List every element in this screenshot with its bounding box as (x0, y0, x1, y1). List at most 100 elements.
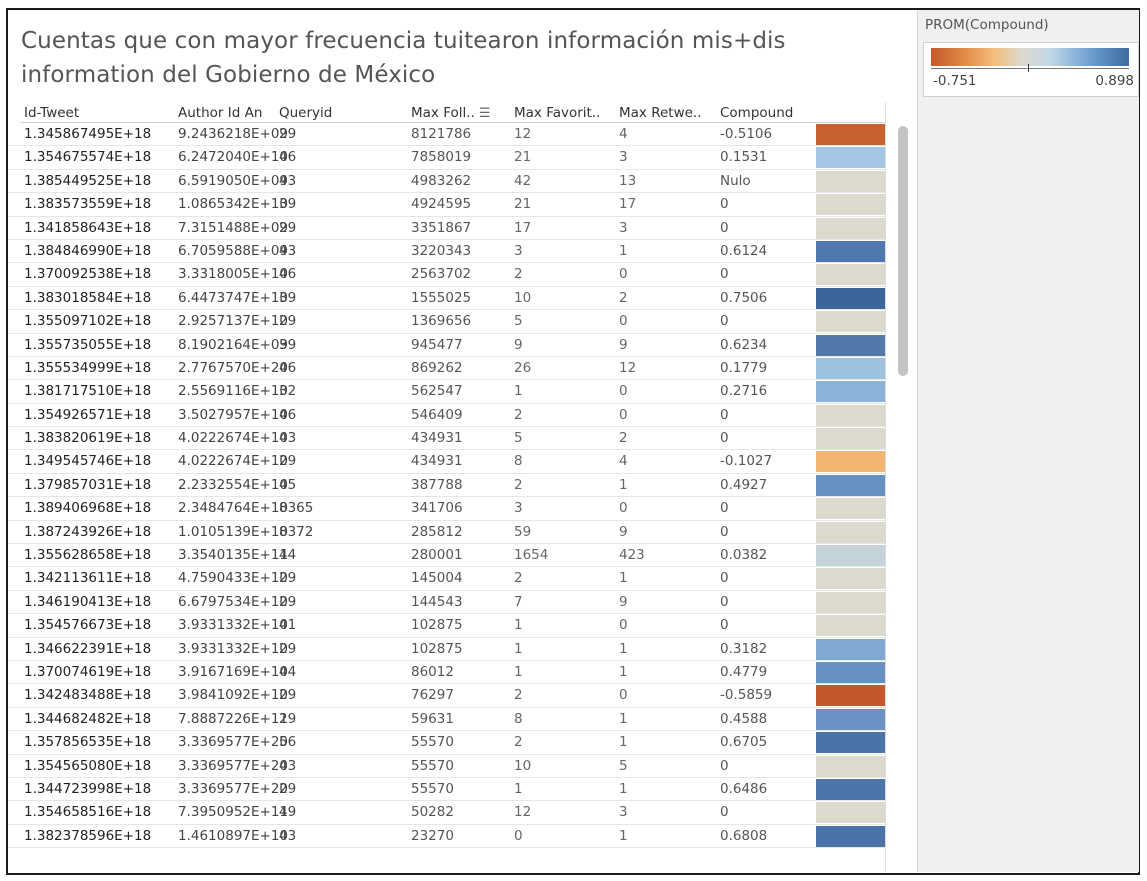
table-body: 1.345867495E+18 9.2436218E+09 29 8121786 12 4… (8, 123, 885, 849)
compound-color-swatch[interactable] (816, 708, 885, 730)
compound-color-swatch[interactable] (816, 451, 885, 473)
compound-color-swatch[interactable] (816, 311, 885, 333)
compound-color-swatch[interactable] (816, 240, 885, 262)
table-row[interactable]: 1.355735055E+18 8.1902164E+09 39 945477 9 9 0.… (8, 334, 885, 357)
compound-color-swatch[interactable] (816, 521, 885, 543)
cell-id-tweet: 1.379857031E+18 (24, 476, 152, 493)
table-row[interactable]: 1.342483488E+18 3.9841092E+10 29 76297 2 0 -0.… (8, 684, 885, 708)
table-row[interactable]: 1.357856535E+18 3.3369577E+20 56 55570 2 1 0.6… (8, 731, 885, 755)
cell-id-tweet: 1.346622391E+18 (24, 640, 152, 657)
column-header-queryid[interactable]: Queryid (279, 102, 332, 124)
cell-author-id: 2.9257137E+10 (178, 313, 289, 330)
cell-max-favorites: 8 (514, 710, 523, 727)
compound-color-swatch[interactable] (816, 404, 885, 426)
table-row[interactable]: 1.344682482E+18 7.8887226E+11 29 59631 8 1 0.4… (8, 708, 885, 732)
cell-max-followers: 4983262 (411, 172, 472, 189)
compound-color-swatch[interactable] (816, 474, 885, 496)
compound-color-swatch[interactable] (816, 568, 885, 590)
compound-color-swatch[interactable] (816, 638, 885, 660)
compound-color-swatch[interactable] (816, 498, 885, 520)
compound-color-swatch[interactable] (816, 357, 885, 379)
cell-id-tweet: 1.354675574E+18 (24, 149, 152, 166)
table-row[interactable]: 1.383573559E+18 1.0865342E+10 39 4924595 21 1… (8, 193, 885, 217)
compound-color-swatch[interactable] (816, 170, 885, 192)
table-row[interactable]: 1.354576673E+18 3.9331332E+10 41 102875 1 0 0 (8, 614, 885, 638)
table-row[interactable]: 1.341858643E+18 7.3151488E+09 29 3351867 17 3… (8, 217, 885, 240)
column-header-author-id[interactable]: Author Id An (178, 102, 262, 124)
cell-id-tweet: 1.342483488E+18 (24, 687, 152, 704)
compound-color-swatch[interactable] (816, 381, 885, 403)
compound-color-swatch[interactable] (816, 755, 885, 777)
compound-color-swatch[interactable] (816, 334, 885, 356)
table-row[interactable]: 1.381717510E+18 2.5569116E+10 32 562547 1 0 0.… (8, 380, 885, 404)
table-row[interactable]: 1.354658516E+18 7.3950952E+11 49 50282 12 3 0 (8, 801, 885, 825)
table-row[interactable]: 1.382378596E+18 1.4610897E+10 43 23270 0 1 0.6… (8, 825, 885, 849)
cell-compound: 0.6808 (720, 827, 768, 844)
table-row[interactable]: 1.346622391E+18 3.9331332E+10 29 102875 1 1 0.… (8, 638, 885, 661)
compound-color-swatch[interactable] (816, 615, 885, 637)
table-row[interactable]: 1.384846990E+18 6.7059588E+09 43 3220343 3 1 0… (8, 240, 885, 264)
cell-compound: 0 (720, 593, 729, 610)
compound-color-swatch[interactable] (816, 124, 885, 145)
table-row[interactable]: 1.355097102E+18 2.9257137E+10 29 1369656 5 0 0 (8, 310, 885, 334)
table-row[interactable]: 1.354565080E+18 3.3369577E+20 43 55570 10 5 0 (8, 755, 885, 778)
table-row[interactable]: 1.370074619E+18 3.9167169E+10 44 86012 1 1 0.4… (8, 661, 885, 685)
compound-color-swatch[interactable] (816, 802, 885, 824)
cell-max-followers: 50282 (411, 804, 454, 821)
cell-max-retweets: 1 (619, 710, 628, 727)
cell-queryid: 43 (279, 430, 297, 447)
compound-color-swatch[interactable] (816, 661, 885, 683)
compound-color-swatch[interactable] (816, 287, 885, 309)
table-row[interactable]: 1.370092538E+18 3.3318005E+10 46 2563702 2 0 0 (8, 263, 885, 287)
compound-color-swatch[interactable] (816, 685, 885, 707)
compound-color-swatch[interactable] (816, 545, 885, 567)
column-header-max-retweets[interactable]: Max Retwe.. (619, 102, 702, 124)
compound-color-swatch[interactable] (816, 428, 885, 450)
table-row[interactable]: 1.389406968E+18 2.3484764E+10 8365 341706 3 0… (8, 497, 885, 521)
cell-author-id: 8.1902164E+09 (178, 336, 289, 353)
column-header-compound[interactable]: Compound (720, 102, 793, 124)
table-row[interactable]: 1.387243926E+18 1.0105139E+10 8372 285812 59… (8, 521, 885, 545)
compound-color-swatch[interactable] (816, 732, 885, 754)
table-row[interactable]: 1.344723998E+18 3.3369577E+20 29 55570 1 1 0.6… (8, 778, 885, 802)
compound-color-swatch[interactable] (816, 147, 885, 169)
column-header-max-followers[interactable]: Max Foll.. ☰ (411, 102, 491, 124)
compound-color-swatch[interactable] (816, 591, 885, 613)
cell-queryid: 44 (279, 547, 297, 564)
cell-id-tweet: 1.381717510E+18 (24, 383, 152, 400)
table-row[interactable]: 1.342113611E+18 4.7590433E+10 29 145004 2 1 0 (8, 567, 885, 591)
table-row[interactable]: 1.354926571E+18 3.5027957E+10 46 546409 2 0 0 (8, 404, 885, 428)
color-ramp[interactable] (931, 48, 1129, 66)
cell-author-id: 2.3484764E+10 (178, 500, 289, 517)
table-row[interactable]: 1.379857031E+18 2.2332554E+10 45 387788 2 1 0.… (8, 474, 885, 498)
compound-color-swatch[interactable] (816, 194, 885, 216)
compound-color-swatch[interactable] (816, 778, 885, 800)
column-header-id-tweet[interactable]: Id-Tweet (24, 102, 79, 124)
compound-color-swatch[interactable] (816, 825, 885, 847)
cell-max-favorites: 21 (514, 149, 532, 166)
cell-author-id: 4.0222674E+10 (178, 430, 289, 447)
table-row[interactable]: 1.346190413E+18 6.6797534E+10 29 144543 7 9 0 (8, 591, 885, 615)
table-row[interactable]: 1.383018584E+18 6.4473747E+10 39 1555025 10 2… (8, 287, 885, 311)
table-row[interactable]: 1.383820619E+18 4.0222674E+10 43 434931 5 2 0 (8, 427, 885, 451)
compound-color-swatch[interactable] (816, 217, 885, 239)
compound-color-swatch[interactable] (816, 264, 885, 286)
table-row[interactable]: 1.354675574E+18 6.2472040E+10 46 7858019 21 3… (8, 146, 885, 170)
vertical-scrollbar[interactable] (898, 126, 908, 376)
cell-max-retweets: 3 (619, 219, 628, 236)
cell-compound: 0 (720, 523, 729, 540)
cell-max-retweets: 9 (619, 523, 628, 540)
table-row[interactable]: 1.355628658E+18 3.3540135E+11 44 280001 1654… (8, 544, 885, 568)
table-row[interactable]: 1.385449525E+18 6.5919050E+09 43 4983262 42 1… (8, 170, 885, 194)
cell-max-retweets: 5 (619, 757, 628, 774)
cell-max-retweets: 0 (619, 406, 628, 423)
table-row[interactable]: 1.345867495E+18 9.2436218E+09 29 8121786 12 4… (8, 123, 885, 147)
cell-max-favorites: 10 (514, 289, 532, 306)
cell-queryid: 29 (279, 219, 297, 236)
cell-max-retweets: 4 (619, 126, 628, 142)
cell-max-followers: 145004 (411, 570, 463, 587)
table-row[interactable]: 1.355534999E+18 2.7767570E+20 46 869262 26 12… (8, 357, 885, 381)
column-header-max-favorites[interactable]: Max Favorit.. (514, 102, 600, 124)
table-row[interactable]: 1.349545746E+18 4.0222674E+10 29 434931 8 4 -0… (8, 450, 885, 474)
cell-max-retweets: 1 (619, 780, 628, 797)
